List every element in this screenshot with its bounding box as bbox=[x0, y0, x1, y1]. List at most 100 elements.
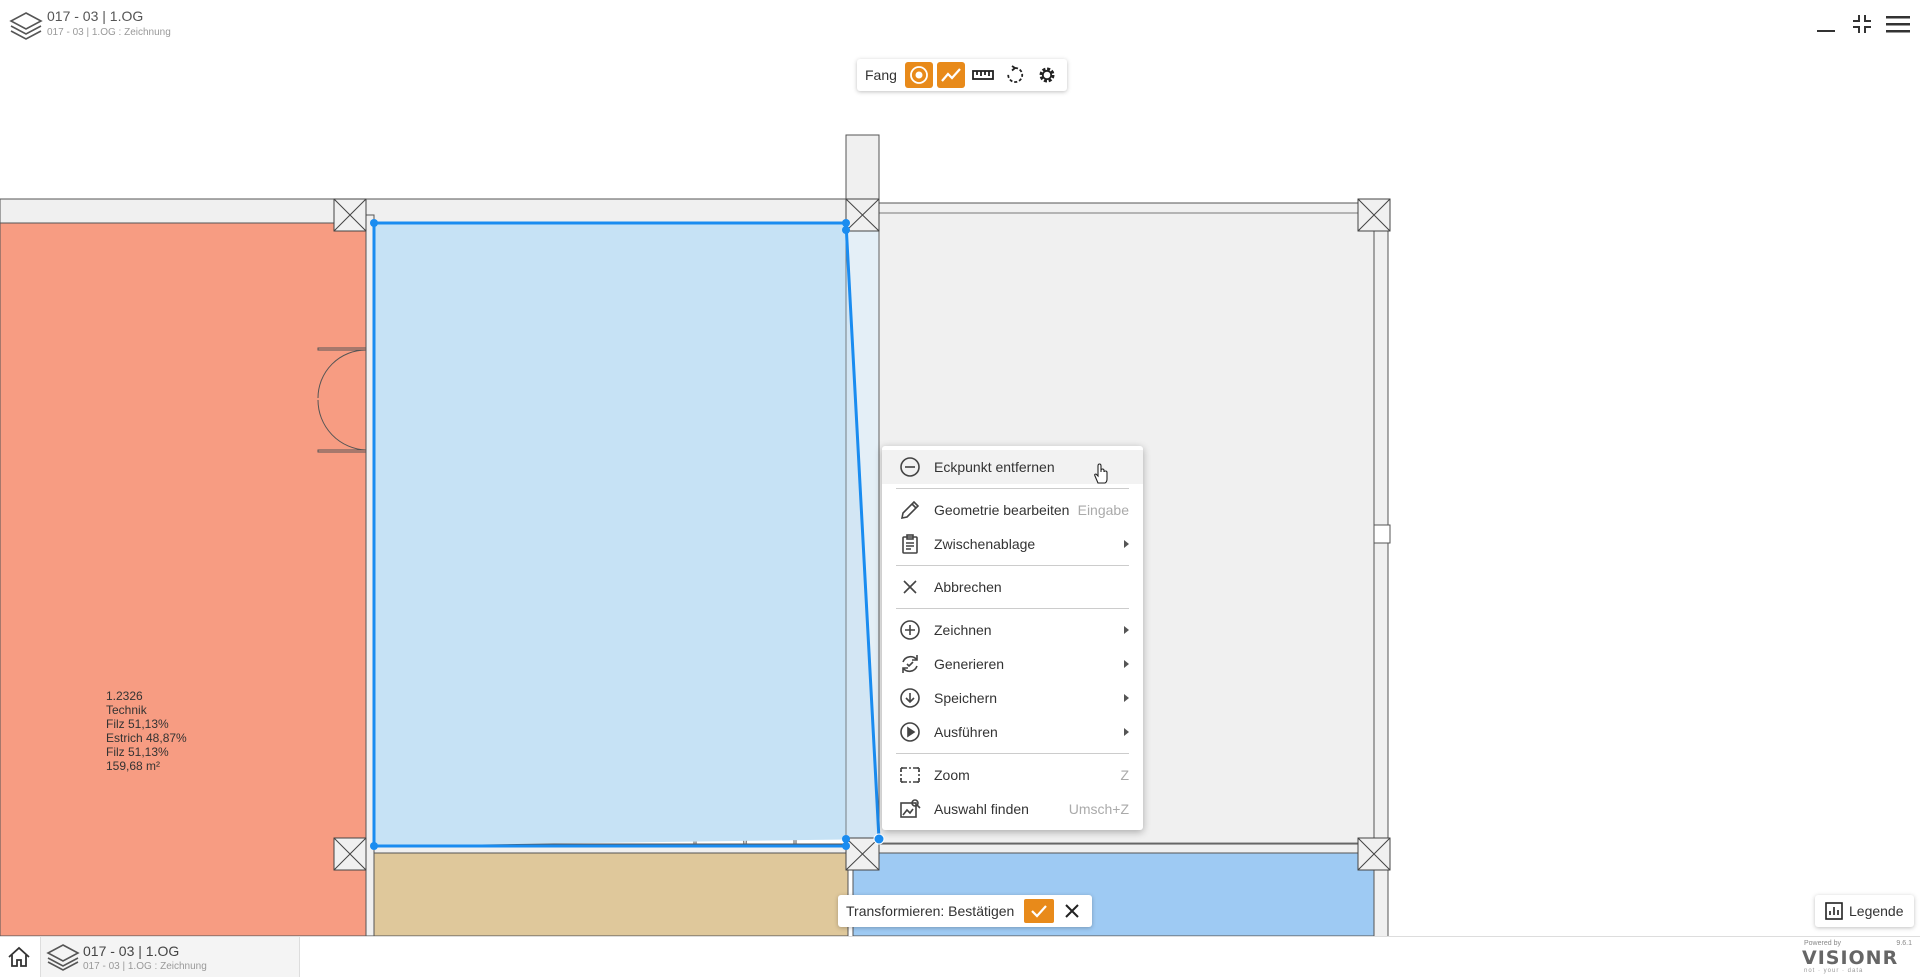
ruler-icon bbox=[972, 70, 994, 80]
minimize-icon bbox=[1817, 30, 1835, 32]
transform-label: Transformieren: Bestätigen bbox=[846, 903, 1015, 919]
menu-item-label: Zwischenablage bbox=[934, 536, 1036, 552]
vertex-handle[interactable] bbox=[370, 842, 378, 850]
pencil-icon bbox=[898, 498, 922, 522]
menu-separator bbox=[896, 488, 1129, 489]
wall-top-left bbox=[0, 198, 361, 224]
menu-icon bbox=[1886, 16, 1910, 33]
header: 017 - 03 | 1.OG 017 - 03 | 1.OG : Zeichn… bbox=[0, 0, 1920, 50]
layers-icon bbox=[9, 12, 43, 40]
vertex-handle[interactable] bbox=[370, 219, 378, 227]
page-title: 017 - 03 | 1.OG bbox=[47, 8, 144, 24]
settings-button[interactable] bbox=[1033, 62, 1061, 88]
brand-logo: Powered by 9.6.1 VISIONR not · your · da… bbox=[1802, 940, 1914, 976]
find-selection-icon bbox=[898, 797, 922, 821]
menu-item-label: Speichern bbox=[934, 690, 998, 706]
submenu-arrow-icon bbox=[1124, 728, 1129, 736]
menu-button[interactable] bbox=[1886, 12, 1910, 36]
play-circle-icon bbox=[898, 720, 922, 744]
room-id: 1.2326 bbox=[106, 689, 143, 703]
room-name: Technik bbox=[106, 703, 147, 717]
snap-label: Fang bbox=[865, 67, 897, 83]
wall-right bbox=[1373, 202, 1389, 936]
brand-powered: Powered by bbox=[1804, 940, 1841, 947]
zoom-frame-icon bbox=[898, 763, 922, 787]
vertex-handle[interactable] bbox=[842, 226, 850, 234]
menu-item-auswahl-finden[interactable]: Auswahl finden Umsch+Z bbox=[882, 792, 1143, 826]
clipboard-icon bbox=[898, 532, 922, 556]
rotate-icon bbox=[1007, 65, 1024, 83]
close-icon bbox=[898, 575, 922, 599]
tab-subtitle: 017 - 03 | 1.OG : Zeichnung bbox=[83, 961, 207, 972]
menu-separator bbox=[896, 753, 1129, 754]
snap-point-button[interactable] bbox=[904, 62, 933, 88]
brand-name: VISIONR bbox=[1802, 947, 1899, 969]
legend-label: Legende bbox=[1849, 903, 1904, 919]
compress-icon bbox=[1853, 15, 1871, 33]
brand-version: 9.6.1 bbox=[1896, 940, 1912, 947]
menu-item-generieren[interactable]: Generieren bbox=[882, 647, 1143, 681]
gear-icon bbox=[1039, 67, 1055, 83]
legend-button[interactable]: Legende bbox=[1815, 895, 1914, 927]
compress-button[interactable] bbox=[1850, 12, 1874, 36]
room-material: Filz 51,13% bbox=[106, 745, 169, 759]
menu-item-zwischenablage[interactable]: Zwischenablage bbox=[882, 527, 1143, 561]
transform-confirm-bar: Transformieren: Bestätigen bbox=[838, 895, 1093, 927]
check-icon bbox=[1031, 905, 1048, 918]
minimize-button[interactable] bbox=[1814, 12, 1838, 36]
wall-right-window bbox=[1373, 524, 1391, 544]
hand-cursor-icon bbox=[1094, 463, 1108, 484]
submenu-arrow-icon bbox=[1124, 540, 1129, 548]
snap-line-button[interactable] bbox=[936, 62, 965, 88]
home-button[interactable] bbox=[4, 942, 34, 972]
drawing-tab[interactable]: 017 - 03 | 1.OG 017 - 03 | 1.OG : Zeichn… bbox=[40, 937, 300, 977]
rotate-button[interactable] bbox=[1001, 62, 1029, 88]
chart-icon bbox=[1825, 902, 1843, 920]
menu-item-shortcut: Umsch+Z bbox=[1068, 801, 1129, 817]
plus-circle-icon bbox=[898, 618, 922, 642]
room-label: 1.2326 Technik Filz 51,13% Estrich 48,87… bbox=[106, 689, 187, 773]
menu-separator bbox=[896, 565, 1129, 566]
vertex-handle[interactable] bbox=[842, 842, 850, 850]
minus-circle-icon bbox=[898, 455, 922, 479]
menu-item-ausfuehren[interactable]: Ausführen bbox=[882, 715, 1143, 749]
target-icon bbox=[910, 66, 928, 84]
menu-item-zoom[interactable]: Zoom Z bbox=[882, 758, 1143, 792]
room-material: Estrich 48,87% bbox=[106, 731, 187, 745]
room-area: 159,68 m² bbox=[106, 759, 161, 773]
bottom-bar: 017 - 03 | 1.OG 017 - 03 | 1.OG : Zeichn… bbox=[0, 936, 1920, 977]
menu-item-geometrie-bearbeiten[interactable]: Geometrie bearbeiten Eingabe bbox=[882, 493, 1143, 527]
measure-button[interactable] bbox=[969, 62, 997, 88]
menu-item-label: Abbrechen bbox=[934, 579, 1002, 595]
trend-line-icon bbox=[941, 68, 961, 82]
home-icon bbox=[8, 946, 30, 967]
room-material: Filz 51,13% bbox=[106, 717, 169, 731]
menu-item-abbrechen[interactable]: Abbrechen bbox=[882, 570, 1143, 604]
context-menu: Eckpunkt entfernen Geometrie bearbeiten … bbox=[882, 446, 1143, 830]
close-icon bbox=[1065, 904, 1080, 918]
room-selected[interactable] bbox=[374, 223, 879, 846]
cancel-button[interactable] bbox=[1060, 899, 1084, 923]
tab-title: 017 - 03 | 1.OG bbox=[83, 943, 180, 959]
menu-separator bbox=[896, 608, 1129, 609]
vertex-handle[interactable] bbox=[842, 219, 850, 227]
confirm-button[interactable] bbox=[1024, 899, 1055, 923]
submenu-arrow-icon bbox=[1124, 660, 1129, 668]
snap-toolbar: Fang bbox=[857, 59, 1067, 91]
vertex-handle-selected[interactable] bbox=[873, 833, 885, 845]
menu-item-shortcut: Eingabe bbox=[1077, 502, 1129, 518]
menu-item-label: Zeichnen bbox=[934, 622, 992, 638]
menu-item-label: Geometrie bearbeiten bbox=[934, 502, 1070, 518]
page-subtitle: 017 - 03 | 1.OG : Zeichnung bbox=[47, 27, 171, 38]
menu-item-label: Zoom bbox=[934, 767, 970, 783]
room-technik[interactable] bbox=[0, 222, 367, 936]
menu-item-speichern[interactable]: Speichern bbox=[882, 681, 1143, 715]
vertex-handle[interactable] bbox=[842, 835, 850, 843]
wall-top-middle bbox=[349, 198, 851, 224]
download-circle-icon bbox=[898, 686, 922, 710]
room-bottom-beige[interactable] bbox=[373, 852, 849, 936]
menu-item-zeichnen[interactable]: Zeichnen bbox=[882, 613, 1143, 647]
window-controls bbox=[1814, 12, 1910, 36]
menu-item-shortcut: Z bbox=[1120, 767, 1129, 783]
menu-item-label: Auswahl finden bbox=[934, 801, 1029, 817]
